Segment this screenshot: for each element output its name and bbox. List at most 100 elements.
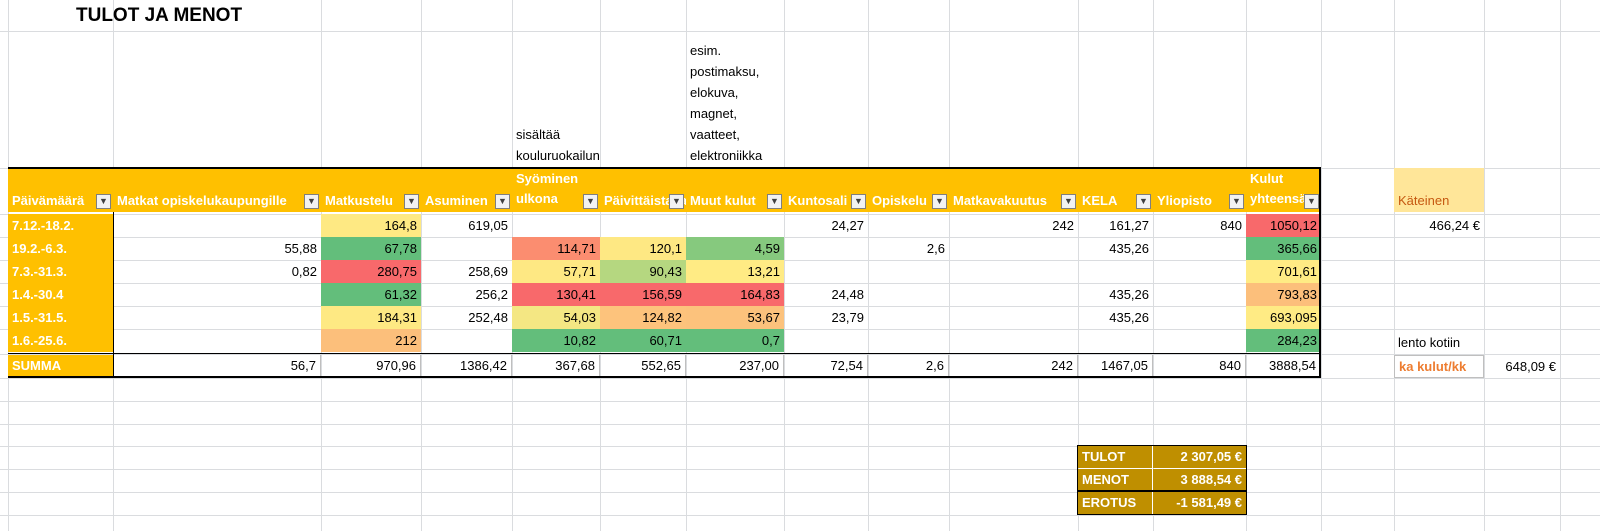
table-cell[interactable]: 57,71 — [512, 260, 600, 283]
table-cell[interactable] — [113, 283, 321, 306]
table-cell[interactable]: 212 — [321, 329, 421, 352]
table-cell[interactable]: 13,21 — [686, 260, 784, 283]
table-cell[interactable]: 619,05 — [421, 214, 512, 237]
finance-value[interactable]: 3 888,54 € — [1153, 469, 1246, 491]
table-cell[interactable] — [868, 260, 949, 283]
table-cell[interactable]: 10,82 — [512, 329, 600, 352]
table-cell[interactable] — [1153, 306, 1246, 329]
table-cell[interactable] — [868, 214, 949, 237]
finance-label[interactable]: TULOT — [1078, 446, 1153, 468]
table-cell[interactable] — [868, 306, 949, 329]
summary-cell[interactable]: 237,00 — [686, 355, 784, 377]
table-cell[interactable] — [421, 237, 512, 260]
table-cell[interactable]: 67,78 — [321, 237, 421, 260]
date-cell[interactable]: 7.12.-18.2. — [8, 214, 113, 237]
table-cell[interactable]: 24,48 — [784, 283, 868, 306]
table-cell[interactable] — [1153, 283, 1246, 306]
table-cell[interactable]: 365,66 — [1246, 237, 1321, 260]
table-cell[interactable]: 164,83 — [686, 283, 784, 306]
ka-kulut-value[interactable]: 648,09 € — [1484, 355, 1560, 378]
date-cell[interactable]: 1.5.-31.5. — [8, 306, 113, 329]
table-cell[interactable] — [421, 329, 512, 352]
column-header[interactable]: Matkustelu ▼ — [321, 169, 421, 212]
table-cell[interactable]: 124,82 — [600, 306, 686, 329]
table-cell[interactable] — [686, 214, 784, 237]
column-header[interactable]: Päivämäärä ▼ — [8, 169, 113, 212]
table-cell[interactable] — [113, 329, 321, 352]
table-cell[interactable] — [1153, 237, 1246, 260]
table-cell[interactable] — [949, 237, 1078, 260]
table-cell[interactable] — [600, 214, 686, 237]
filter-dropdown-icon[interactable]: ▼ — [767, 194, 782, 209]
column-header[interactable]: Syöminen ulkona ▼ — [512, 169, 600, 212]
table-cell[interactable]: 4,59 — [686, 237, 784, 260]
spreadsheet-sheet[interactable]: TULOT JA MENOT sisältää kouluruokailun e… — [0, 0, 1600, 531]
filter-dropdown-icon[interactable]: ▼ — [1229, 194, 1244, 209]
table-cell[interactable]: 256,2 — [421, 283, 512, 306]
table-cell[interactable]: 61,32 — [321, 283, 421, 306]
table-cell[interactable]: 90,43 — [600, 260, 686, 283]
table-cell[interactable] — [868, 329, 949, 352]
summary-cell[interactable]: 970,96 — [321, 355, 421, 377]
table-cell[interactable]: 284,23 — [1246, 329, 1321, 352]
table-cell[interactable] — [113, 214, 321, 237]
ka-kulut-label[interactable]: ka kulut/kk — [1394, 355, 1484, 378]
table-cell[interactable]: 258,69 — [421, 260, 512, 283]
table-cell[interactable]: 435,26 — [1078, 237, 1153, 260]
table-cell[interactable]: 156,59 — [600, 283, 686, 306]
table-cell[interactable]: 54,03 — [512, 306, 600, 329]
table-cell[interactable]: 60,71 — [600, 329, 686, 352]
table-cell[interactable]: 840 — [1153, 214, 1246, 237]
filter-dropdown-icon[interactable]: ▼ — [495, 194, 510, 209]
column-header[interactable]: Kulut yhteensä ▼ — [1246, 169, 1321, 212]
filter-dropdown-icon[interactable]: ▼ — [1304, 194, 1319, 209]
filter-dropdown-icon[interactable]: ▼ — [583, 194, 598, 209]
table-cell[interactable]: 280,75 — [321, 260, 421, 283]
summary-cell[interactable]: 2,6 — [868, 355, 949, 377]
filter-dropdown-icon[interactable]: ▼ — [1061, 194, 1076, 209]
date-cell[interactable]: 7.3.-31.3. — [8, 260, 113, 283]
filter-dropdown-icon[interactable]: ▼ — [304, 194, 319, 209]
table-cell[interactable] — [784, 329, 868, 352]
column-header[interactable]: Opiskelu ▼ — [868, 169, 949, 212]
table-cell[interactable]: 693,095 — [1246, 306, 1321, 329]
filter-dropdown-icon[interactable]: ▼ — [851, 194, 866, 209]
table-cell[interactable] — [949, 306, 1078, 329]
table-cell[interactable]: 24,27 — [784, 214, 868, 237]
table-cell[interactable]: 242 — [949, 214, 1078, 237]
column-header[interactable]: Matkavakuutus ▼ — [949, 169, 1078, 212]
summary-label[interactable]: SUMMA — [8, 355, 113, 377]
column-header[interactable]: Matkat opiskelukaupungille ▼ — [113, 169, 321, 212]
summary-cell[interactable]: 72,54 — [784, 355, 868, 377]
finance-value[interactable]: -1 581,49 € — [1153, 492, 1246, 514]
table-cell[interactable]: 701,61 — [1246, 260, 1321, 283]
table-cell[interactable]: 23,79 — [784, 306, 868, 329]
column-header[interactable]: Yliopisto ▼ — [1153, 169, 1246, 212]
table-cell[interactable] — [868, 283, 949, 306]
table-cell[interactable]: 435,26 — [1078, 306, 1153, 329]
table-cell[interactable]: 53,67 — [686, 306, 784, 329]
date-cell[interactable]: 1.4.-30.4 — [8, 283, 113, 306]
column-header[interactable]: Muut kulut ▼ — [686, 169, 784, 212]
table-cell[interactable] — [949, 283, 1078, 306]
table-cell[interactable]: 252,48 — [421, 306, 512, 329]
column-header[interactable]: Asuminen ▼ — [421, 169, 512, 212]
table-cell[interactable]: 161,27 — [1078, 214, 1153, 237]
lento-kotiin-note[interactable]: lento kotiin — [1394, 331, 1504, 354]
summary-cell[interactable]: 242 — [949, 355, 1078, 377]
table-cell[interactable]: 55,88 — [113, 237, 321, 260]
table-cell[interactable]: 435,26 — [1078, 283, 1153, 306]
column-header[interactable]: KELA ▼ — [1078, 169, 1153, 212]
table-cell[interactable] — [512, 214, 600, 237]
table-cell[interactable]: 120,1 — [600, 237, 686, 260]
table-cell[interactable]: 184,31 — [321, 306, 421, 329]
summary-cell[interactable]: 1467,05 — [1078, 355, 1153, 377]
date-cell[interactable]: 1.6.-25.6. — [8, 329, 113, 352]
table-cell[interactable] — [949, 260, 1078, 283]
table-cell[interactable] — [1078, 260, 1153, 283]
filter-dropdown-icon[interactable]: ▼ — [1136, 194, 1151, 209]
filter-dropdown-icon[interactable]: ▼ — [404, 194, 419, 209]
column-header[interactable]: Päivittäistavarat▼ — [600, 169, 686, 212]
summary-cell[interactable]: 840 — [1153, 355, 1246, 377]
table-cell[interactable] — [784, 237, 868, 260]
